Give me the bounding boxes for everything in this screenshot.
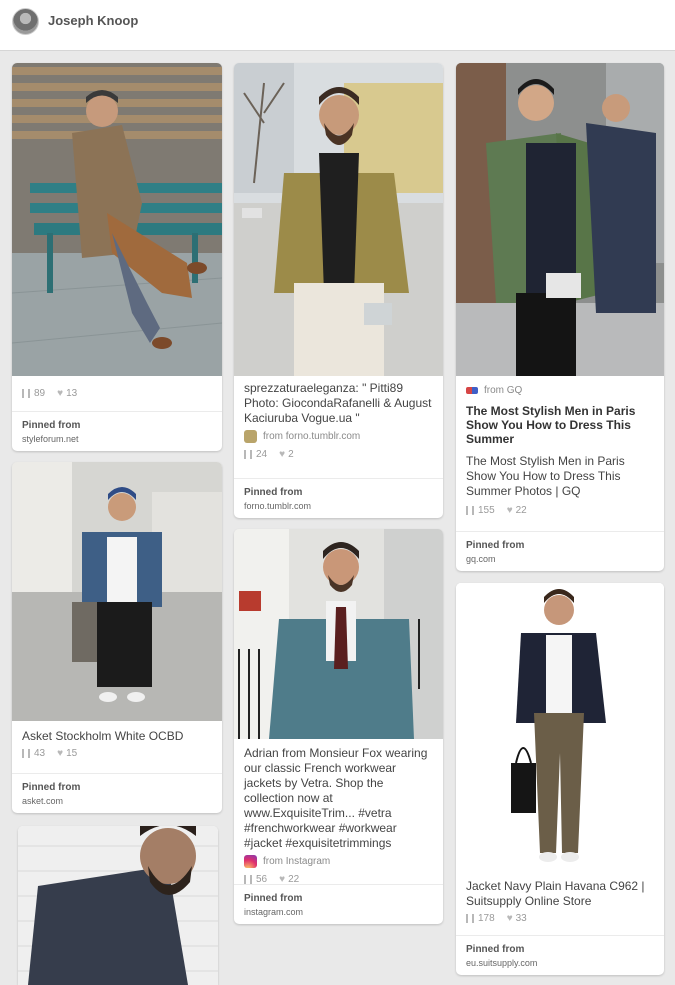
pinned-from[interactable]: Pinned from forno.tumblr.com: [234, 478, 443, 518]
pin-image[interactable]: [456, 63, 664, 376]
gq-icon: [466, 387, 478, 394]
pinned-from-domain[interactable]: gq.com: [466, 554, 654, 564]
repin-count[interactable]: 178: [466, 913, 495, 924]
repin-icon: [244, 875, 252, 884]
pin-card[interactable]: Jacket Navy Plain Havana C962 | Suitsupp…: [456, 583, 664, 975]
heart-icon: ♥: [506, 505, 513, 516]
like-count[interactable]: ♥ 13: [57, 388, 77, 399]
pinned-from-label: Pinned from: [244, 487, 303, 498]
pin-description: Adrian from Monsieur Fox wearing our cla…: [244, 746, 428, 850]
profile-header: Joseph Knoop: [0, 0, 675, 51]
pin-image[interactable]: [12, 462, 222, 721]
like-count[interactable]: ♥ 15: [57, 748, 77, 759]
pin-stats: 43 ♥ 15: [22, 748, 212, 759]
pinned-from[interactable]: Pinned from styleforum.net: [12, 411, 222, 451]
heart-icon: ♥: [57, 748, 64, 759]
repin-icon: [22, 749, 30, 758]
pinned-from[interactable]: Pinned from eu.suitsupply.com: [456, 935, 664, 975]
repin-icon: [244, 450, 252, 459]
pinned-from-label: Pinned from: [244, 893, 303, 904]
pinned-from-domain[interactable]: asket.com: [22, 796, 212, 806]
heart-icon: ♥: [57, 388, 64, 399]
pinned-from-label: Pinned from: [466, 540, 525, 551]
pin-description: Asket Stockholm White OCBD: [22, 729, 184, 743]
pin-stats: 155 ♥ 22: [466, 505, 654, 516]
pin-card[interactable]: sprezzaturaeleganza: " Pitti89 Photo: Gi…: [234, 63, 443, 518]
instagram-icon: [244, 855, 257, 868]
pinned-from-label: Pinned from: [22, 420, 81, 431]
heart-icon: ♥: [506, 913, 513, 924]
pin-description: sprezzaturaeleganza: " Pitti89 Photo: Gi…: [244, 381, 432, 425]
pinned-from-domain[interactable]: styleforum.net: [22, 434, 212, 444]
pin-stats: 89 ♥ 13: [22, 388, 212, 399]
pin-stats: 24 ♥ 2: [244, 449, 433, 460]
repin-count[interactable]: 24: [244, 449, 267, 460]
pinned-from-label: Pinned from: [466, 944, 525, 955]
pinned-from[interactable]: Pinned from asket.com: [12, 773, 222, 813]
pin-image[interactable]: [234, 529, 443, 739]
repin-icon: [466, 506, 474, 515]
repin-icon: [466, 914, 474, 923]
user-avatar[interactable]: [12, 8, 39, 35]
pin-source[interactable]: from GQ: [466, 385, 654, 396]
like-count[interactable]: ♥ 22: [507, 505, 527, 516]
pin-image[interactable]: [12, 63, 222, 376]
pin-source[interactable]: from forno.tumblr.com: [244, 430, 433, 443]
pin-image[interactable]: [234, 63, 443, 376]
user-name[interactable]: Joseph Knoop: [48, 13, 138, 28]
pin-card[interactable]: [18, 826, 218, 985]
pinned-from-label: Pinned from: [22, 782, 81, 793]
pin-description: The Most Stylish Men in Paris Show You H…: [466, 454, 625, 498]
repin-count[interactable]: 89: [22, 388, 45, 399]
pin-card[interactable]: Adrian from Monsieur Fox wearing our cla…: [234, 529, 443, 924]
heart-icon: ♥: [279, 449, 286, 460]
pin-card[interactable]: 89 ♥ 13 Pinned from styleforum.net: [12, 63, 222, 451]
pinned-from-domain[interactable]: eu.suitsupply.com: [466, 958, 654, 968]
pin-image[interactable]: [18, 826, 218, 985]
repin-icon: [22, 389, 30, 398]
pin-title[interactable]: The Most Stylish Men in Paris Show You H…: [466, 404, 654, 446]
pin-source[interactable]: from Instagram: [244, 855, 433, 868]
pinned-from[interactable]: Pinned from instagram.com: [234, 884, 443, 924]
pin-stats: 178 ♥ 33: [466, 913, 654, 924]
pin-card[interactable]: from GQ The Most Stylish Men in Paris Sh…: [456, 63, 664, 571]
tumblr-icon: [244, 430, 257, 443]
pinned-from[interactable]: Pinned from gq.com: [456, 531, 664, 571]
repin-count[interactable]: 43: [22, 748, 45, 759]
like-count[interactable]: ♥ 2: [279, 449, 294, 460]
repin-count[interactable]: 155: [466, 505, 495, 516]
pin-image[interactable]: [456, 583, 664, 870]
pinned-from-domain[interactable]: instagram.com: [244, 907, 433, 917]
pin-card[interactable]: Asket Stockholm White OCBD 43 ♥ 15 Pinned…: [12, 462, 222, 813]
pinned-from-domain[interactable]: forno.tumblr.com: [244, 501, 433, 511]
pin-description: Jacket Navy Plain Havana C962 | Suitsupp…: [466, 879, 645, 908]
like-count[interactable]: ♥ 33: [507, 913, 527, 924]
